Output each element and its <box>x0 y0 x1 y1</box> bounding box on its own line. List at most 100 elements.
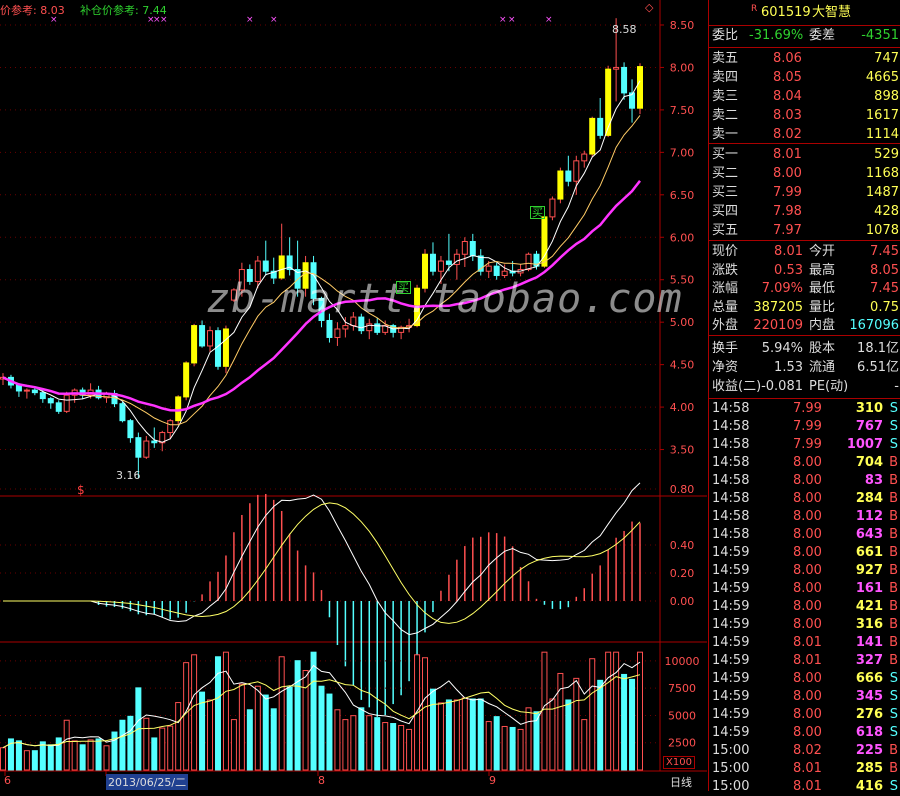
tick-price: 8.02 <box>793 743 822 758</box>
buy-price: 8.00 <box>773 166 802 181</box>
tick-volume: 618 <box>855 725 883 740</box>
tick-volume: 767 <box>855 419 883 434</box>
candle-body <box>429 253 436 272</box>
candle-body <box>549 198 556 218</box>
candle-body <box>55 402 62 412</box>
volume-bar <box>183 662 190 771</box>
quote-label: 最高 <box>809 262 836 278</box>
quote-panel: R 601519 大智慧 委比 -31.69% 委差 -4351 卖五 8.06… <box>708 0 900 794</box>
finance-label: PE(动) <box>809 379 849 394</box>
candle-body <box>597 117 604 136</box>
tick-time: 14:59 <box>712 545 750 560</box>
volume-bar <box>549 698 556 771</box>
tick-side: S <box>889 725 898 740</box>
volume-bar <box>398 724 405 771</box>
kline-chart-area[interactable]: 8.50 8.00 7.50 7.00 6.50 6.00 5.50 5.00 4.50 4.00… <box>0 0 708 791</box>
volume-bar <box>230 719 237 771</box>
volume-bar <box>445 699 452 771</box>
tick-row: 14:59 8.00 661 B <box>709 544 900 562</box>
tick-price: 8.00 <box>793 527 822 542</box>
candle-body <box>565 170 572 182</box>
tick-side: S <box>889 437 898 452</box>
tick-time: 14:58 <box>712 509 750 524</box>
tick-volume: 276 <box>855 707 883 722</box>
period-label[interactable]: 日线 <box>670 774 692 790</box>
quote-label: 今开 <box>809 244 836 259</box>
tick-row: 14:59 8.01 141 B <box>709 634 900 652</box>
quote-row: 涨跌 0.53 最高 8.05 <box>709 262 900 280</box>
macd-axis-label: 0.00 <box>670 595 695 608</box>
finance-value: 6.51亿 <box>857 360 899 375</box>
sell-row[interactable]: 卖一 8.02 1114 <box>709 126 900 144</box>
macd-axis-label: 0.80 <box>670 483 695 496</box>
tick-side: S <box>889 779 898 794</box>
candle-body <box>334 328 341 338</box>
tick-row: 14:58 8.00 112 B <box>709 508 900 526</box>
quote-row: 涨幅 7.09% 最低 7.45 <box>709 280 900 298</box>
tick-row: 14:59 8.00 316 B <box>709 616 900 634</box>
tick-row: 14:58 7.99 1007 S <box>709 436 900 454</box>
volume-bar <box>318 685 325 771</box>
candle-body <box>23 389 30 392</box>
tick-row: 14:59 8.00 927 B <box>709 562 900 580</box>
buy-signal-2: 买 <box>530 206 545 219</box>
sell-row[interactable]: 卖三 8.04 898 <box>709 88 900 106</box>
tick-side: S <box>889 689 898 704</box>
tick-side: S <box>889 401 898 416</box>
tick-price: 8.00 <box>793 707 822 722</box>
candle-body <box>143 440 150 458</box>
finance-label: 净资 <box>712 360 739 375</box>
candle-body <box>207 330 214 347</box>
vol-axis-label: 10000 <box>665 655 700 668</box>
tick-row: 15:00 8.01 416 S <box>709 778 900 796</box>
volume-bar <box>175 702 182 771</box>
volume-bar <box>525 707 532 771</box>
buy-volume: 1487 <box>865 185 899 200</box>
sell-volume: 747 <box>874 51 899 66</box>
stock-header[interactable]: R 601519 大智慧 <box>709 4 900 22</box>
volume-bar <box>0 747 6 771</box>
tick-volume: 112 <box>855 509 883 524</box>
buy-row[interactable]: 买五 7.97 1078 <box>709 222 900 240</box>
candle-body <box>278 255 285 279</box>
buy-row[interactable]: 买一 8.01 529 <box>709 146 900 164</box>
volume-bar <box>605 651 612 771</box>
tick-time: 15:00 <box>712 779 750 794</box>
tick-price: 7.99 <box>793 401 822 416</box>
quote-value: 8.01 <box>774 244 803 259</box>
tick-time: 14:59 <box>712 599 750 614</box>
volume-bar <box>103 745 110 771</box>
candle-body <box>485 265 492 272</box>
vol-axis-label: 2500 <box>668 737 696 750</box>
tick-volume: 643 <box>855 527 883 542</box>
tick-volume: 666 <box>855 671 883 686</box>
sell-price: 8.02 <box>773 127 802 142</box>
finance-value: 1.53 <box>774 360 803 375</box>
chart-canvas[interactable]: 8.508.007.507.006.506.005.505.004.504.00… <box>0 0 708 791</box>
tick-side: B <box>889 455 898 470</box>
quote-row: 总量 387205 量比 0.75 <box>709 299 900 317</box>
tick-price: 8.00 <box>793 491 822 506</box>
buy-row[interactable]: 买二 8.00 1168 <box>709 165 900 183</box>
tick-time: 14:59 <box>712 725 750 740</box>
candle-body <box>262 260 269 272</box>
buy-signal-1: 买 <box>396 281 411 294</box>
volume-bar <box>637 651 643 771</box>
sell-row[interactable]: 卖五 8.06 747 <box>709 50 900 68</box>
volume-bar <box>573 677 580 771</box>
diamond-icon[interactable]: ◇ <box>645 1 653 14</box>
buy-row[interactable]: 买三 7.99 1487 <box>709 184 900 202</box>
tick-side: B <box>889 743 898 758</box>
candle-body <box>573 160 580 182</box>
tick-side: S <box>889 707 898 722</box>
tick-price: 8.00 <box>793 473 822 488</box>
tick-time: 14:58 <box>712 437 750 452</box>
signal-x-marker: × <box>508 15 516 25</box>
volume-bar <box>334 709 341 771</box>
sell-volume: 1617 <box>865 108 899 123</box>
volume-bar <box>286 686 293 771</box>
buy-row[interactable]: 买四 7.98 428 <box>709 203 900 221</box>
sell-row[interactable]: 卖二 8.03 1617 <box>709 107 900 125</box>
tick-volume: 83 <box>864 473 883 488</box>
sell-row[interactable]: 卖四 8.05 4665 <box>709 69 900 87</box>
